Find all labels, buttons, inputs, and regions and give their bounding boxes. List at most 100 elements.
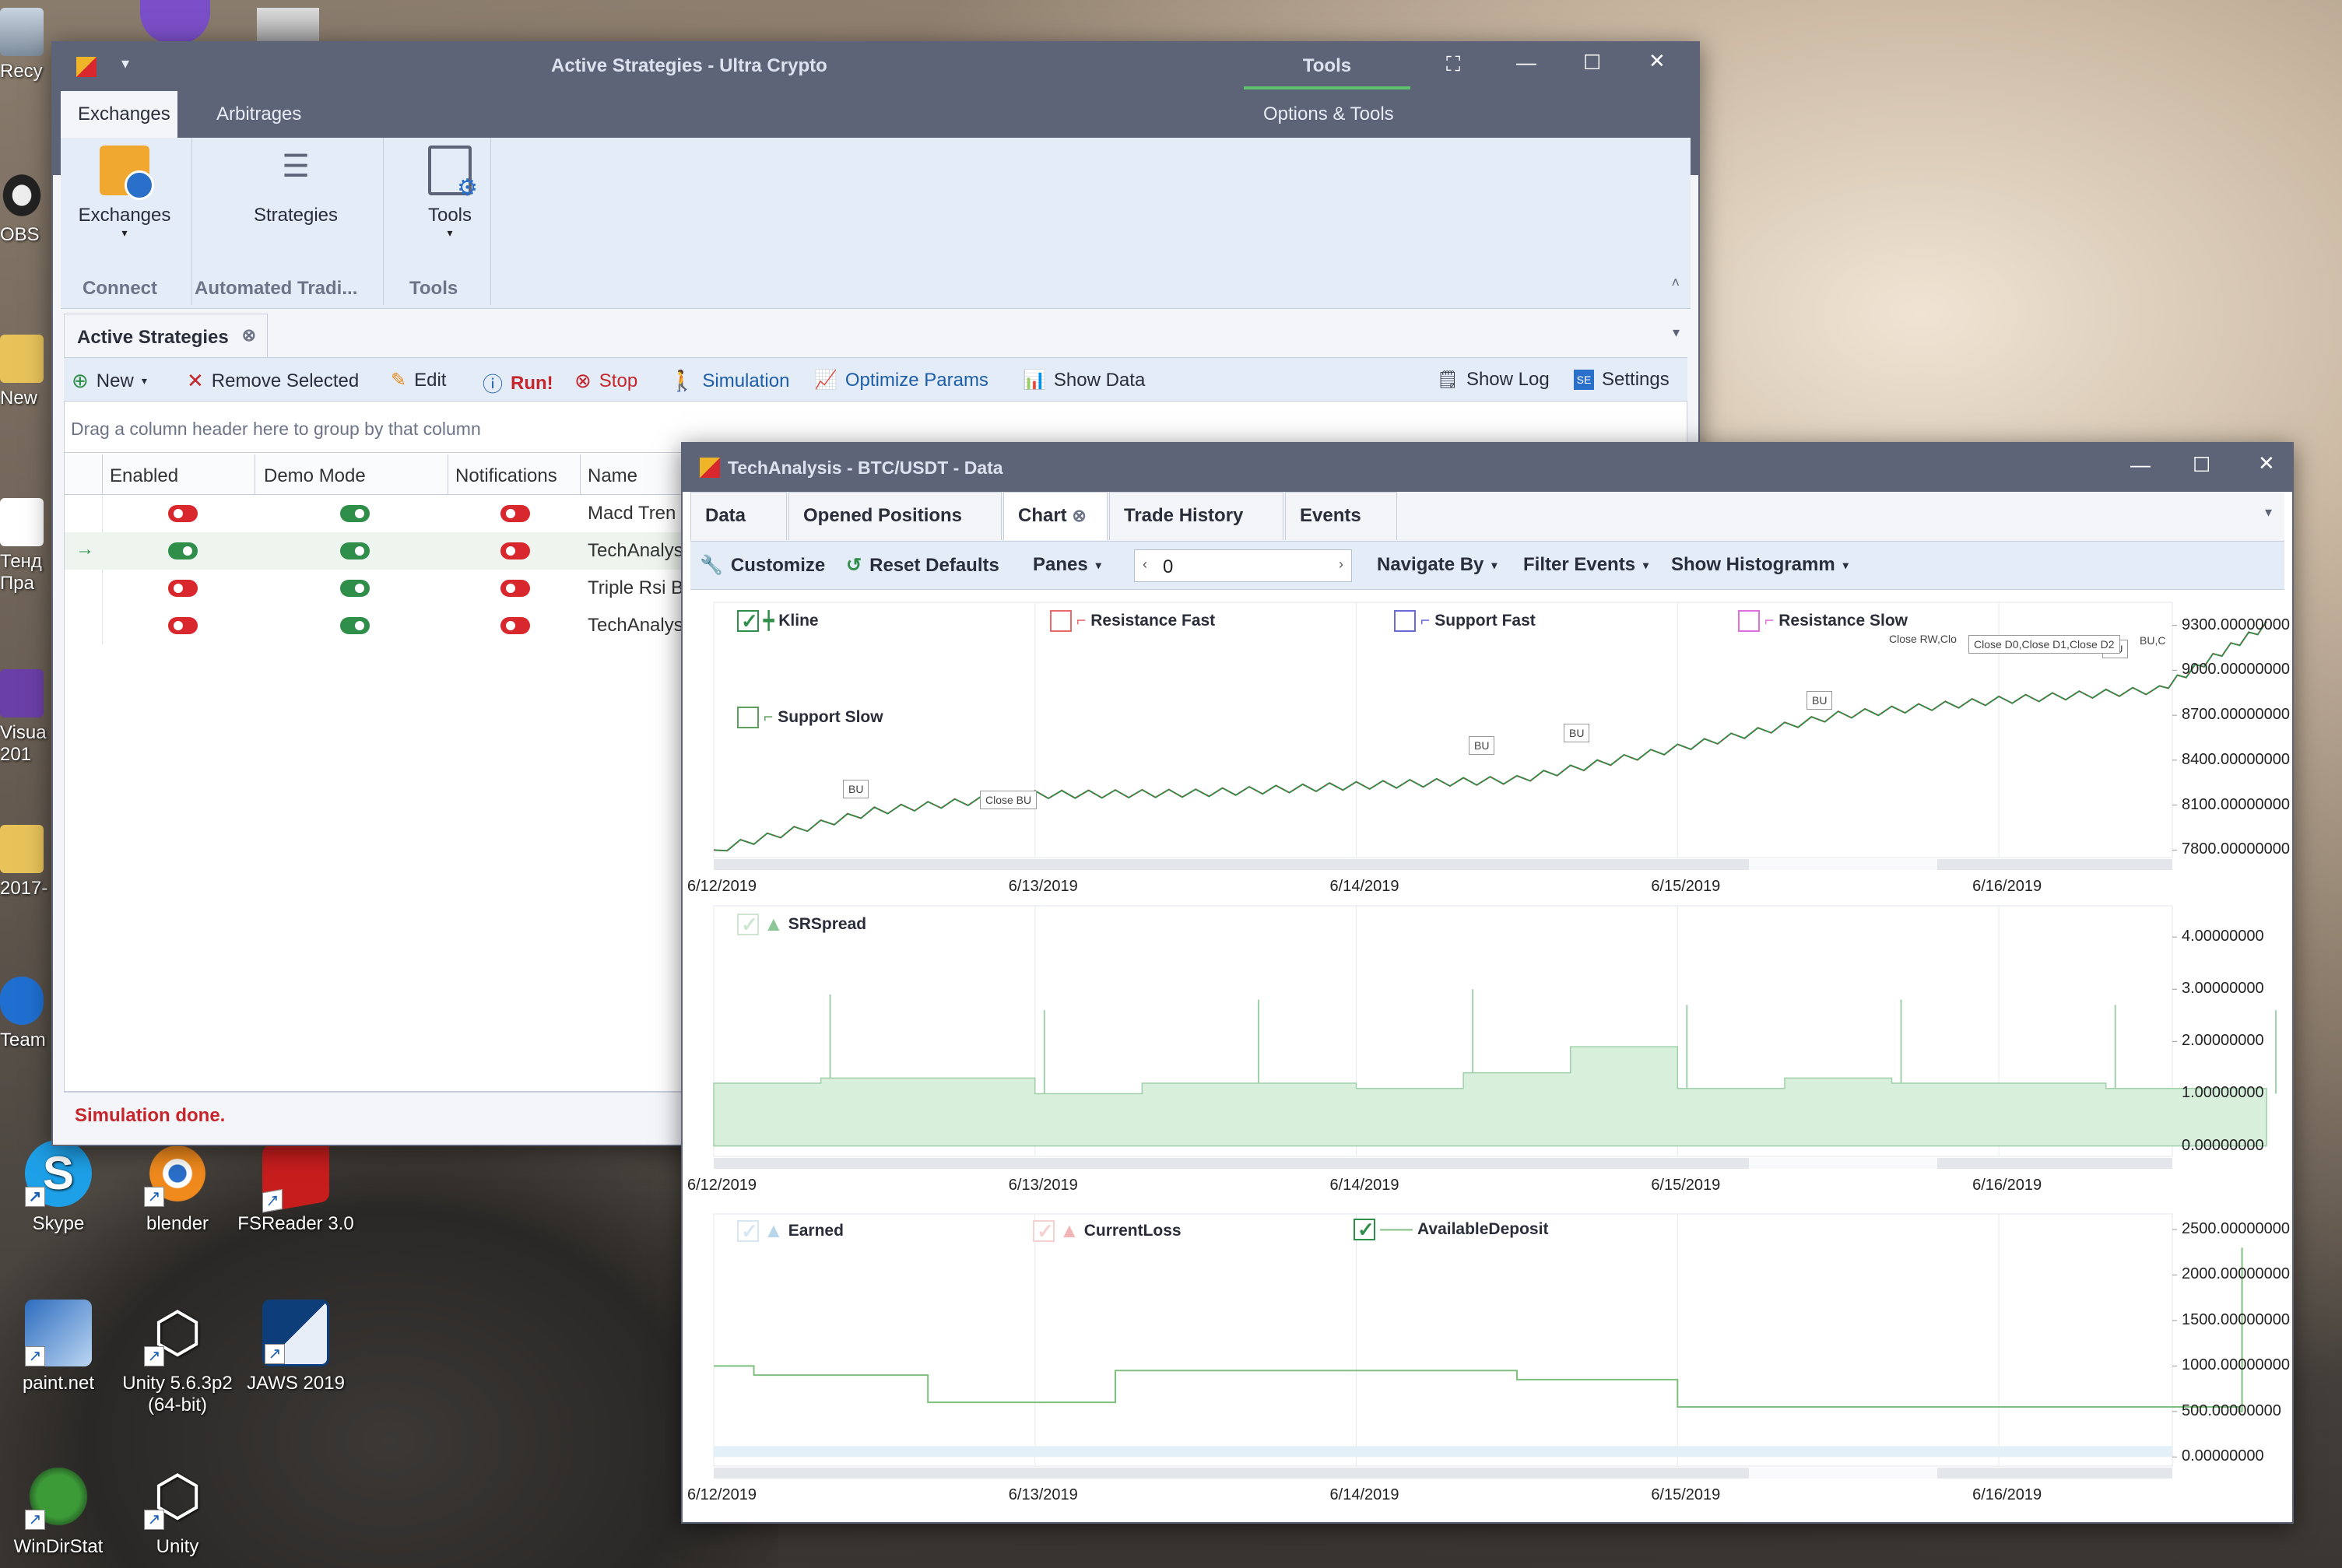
remove-selected-button[interactable]: ✕ Remove Selected [187, 369, 359, 393]
event-marker[interactable]: Close D0,Close D1,Close D2 [1968, 635, 2120, 654]
notifications-toggle[interactable] [500, 617, 530, 634]
navigate-by-dropdown[interactable]: Navigate By ▾ [1377, 554, 1497, 576]
event-marker[interactable]: BU,C [2135, 632, 2170, 649]
enabled-toggle[interactable] [168, 617, 198, 634]
notifications-toggle[interactable] [500, 542, 530, 559]
maximize-button[interactable]: ☐ [2193, 453, 2210, 477]
settings-button[interactable]: SE Settings [1574, 369, 1670, 391]
doc-tab-active-strategies[interactable]: Active Strategies ⊗ [64, 314, 268, 357]
close-button[interactable]: ✕ [1649, 49, 1666, 73]
legend-earned[interactable]: ▲Earned [737, 1219, 844, 1244]
tab-opened-positions[interactable]: Opened Positions [788, 492, 1002, 540]
column-name[interactable]: Name [588, 465, 637, 487]
tools-button[interactable]: ⚙ Tools ▾ [403, 146, 497, 240]
recycle-bin-shortcut[interactable]: Recy [0, 8, 54, 109]
ribbon-group-connect: Connect [83, 278, 157, 299]
optimize-params-button[interactable]: 📈 Optimize Params [814, 369, 988, 391]
ribbon-tab-exchanges[interactable]: Exchanges [61, 91, 177, 138]
legend-support-fast[interactable]: ⌐ Support Fast [1394, 610, 1536, 632]
demo-toggle[interactable] [340, 617, 370, 634]
app-icon[interactable] [76, 57, 97, 77]
event-marker[interactable]: Close BU [980, 791, 1038, 809]
minimize-button[interactable]: — [1516, 51, 1536, 75]
panes-dropdown[interactable]: Panes ▾ [1033, 554, 1101, 576]
desktop-icon-fsreader[interactable]: ↗ FSReader 3.0 [237, 1134, 354, 1235]
show-data-button[interactable]: 📊 Show Data [1023, 369, 1145, 391]
enabled-toggle[interactable] [168, 542, 198, 559]
new-folder-shortcut[interactable]: New [0, 335, 54, 436]
tab-chart[interactable]: Chart ⊗ [1003, 492, 1108, 540]
app-icon [700, 458, 720, 478]
desktop-icon-windirstat[interactable]: ↗ WinDirStat [0, 1463, 117, 1558]
run-button[interactable]: ⓘ Run! [483, 369, 553, 398]
demo-toggle[interactable] [340, 542, 370, 559]
desktop-icon-unity[interactable]: ⬡ ↗ Unity [119, 1463, 236, 1558]
chevron-left-icon[interactable]: ‹ [1143, 556, 1147, 573]
visual-studio-shortcut[interactable]: Visua 201 [0, 669, 54, 794]
chevron-right-icon[interactable]: › [1339, 556, 1343, 573]
event-marker[interactable]: BU [843, 780, 869, 798]
legend-currentloss[interactable]: ▲CurrentLoss [1033, 1219, 1182, 1244]
filter-events-dropdown[interactable]: Filter Events ▾ [1523, 554, 1649, 576]
fullscreen-icon[interactable]: ⛶ [1446, 52, 1460, 77]
column-notifications[interactable]: Notifications [455, 465, 557, 487]
desktop-icon-skype[interactable]: S ↗ Skype [0, 1140, 117, 1235]
tab-list-dropdown-icon[interactable]: ▾ [1673, 324, 1680, 341]
event-marker[interactable]: BU [1564, 724, 1590, 742]
tab-trade-history[interactable]: Trade History [1109, 492, 1283, 540]
teamviewer-shortcut[interactable]: Team [0, 977, 54, 1078]
tender-doc-shortcut[interactable]: Тенд Пра [0, 498, 54, 623]
folder-2017-shortcut[interactable]: 2017- [0, 825, 54, 926]
tab-list-dropdown-icon[interactable]: ▾ [2265, 504, 2272, 521]
ribbon-tab-arbitrages[interactable]: Arbitrages [216, 103, 301, 125]
legend-srspread[interactable]: ▲SRSpread [737, 912, 866, 937]
minimize-button[interactable]: — [2130, 453, 2151, 477]
ribbon-tab-options-tools[interactable]: Options & Tools [1263, 103, 1394, 125]
desktop-icon-unity563[interactable]: ⬡ ↗ Unity 5.6.3p2 (64-bit) [119, 1300, 236, 1416]
enabled-toggle[interactable] [168, 505, 198, 522]
simulation-button[interactable]: 🚶 Simulation [669, 369, 789, 393]
desktop-icon-jaws[interactable]: ↗ JAWS 2019 [237, 1300, 354, 1394]
demo-toggle[interactable] [340, 505, 370, 522]
legend-support-slow[interactable]: ⌐ Support Slow [737, 707, 883, 728]
new-button[interactable]: ⊕ New ▾ [72, 369, 147, 393]
strategies-button[interactable]: ☰ Strategies [226, 146, 366, 226]
legend-kline[interactable]: ┿Kline [737, 609, 819, 633]
context-tab-tools[interactable]: Tools [1244, 43, 1410, 89]
event-marker[interactable]: Close RW,Clo [1884, 630, 1961, 647]
customize-button[interactable]: 🔧 Customize [700, 554, 825, 577]
windirstat-icon: ↗ [25, 1463, 92, 1530]
show-histogramm-dropdown[interactable]: Show Histogramm ▾ [1671, 554, 1849, 576]
close-tab-icon[interactable]: ⊗ [242, 325, 256, 346]
demo-toggle[interactable] [340, 580, 370, 597]
close-tab-icon[interactable]: ⊗ [1072, 506, 1086, 525]
obs-shortcut[interactable]: OBS [0, 171, 54, 272]
desktop-icon-blender[interactable]: ↗ blender [119, 1140, 236, 1235]
tab-events[interactable]: Events [1285, 492, 1397, 540]
enabled-toggle[interactable] [168, 580, 198, 597]
notifications-toggle[interactable] [500, 505, 530, 522]
stop-button[interactable]: ⊗ Stop [574, 369, 637, 393]
tab-data[interactable]: Data [690, 492, 787, 540]
edit-button[interactable]: ✎ Edit [391, 369, 446, 391]
legend-availabledeposit[interactable]: ——AvailableDeposit [1354, 1218, 1548, 1242]
column-enabled[interactable]: Enabled [110, 465, 178, 487]
reset-defaults-button[interactable]: ↺ Reset Defaults [846, 554, 999, 577]
strategies-toolbar: ⊕ New ▾ ✕ Remove Selected ✎ Edit ⓘ Run! ⊗ Stop… [64, 357, 1687, 401]
column-demo-mode[interactable]: Demo Mode [264, 465, 366, 487]
maximize-button[interactable]: ☐ [1583, 51, 1601, 75]
event-marker[interactable]: BU [1469, 736, 1495, 755]
desktop-icon-paintnet[interactable]: ↗ paint.net [0, 1300, 117, 1394]
quick-access-dropdown-icon[interactable]: ▾ [121, 54, 129, 73]
drive-icon[interactable] [257, 8, 319, 45]
legend-resistance-slow[interactable]: ⌐ Resistance Slow [1738, 610, 1908, 632]
collapse-ribbon-icon[interactable]: ˄ [1671, 275, 1680, 291]
notifications-toggle[interactable] [500, 580, 530, 597]
charts-svg[interactable] [690, 591, 2284, 1516]
navigate-spinner[interactable]: ‹ 0 › [1134, 549, 1352, 582]
show-log-button[interactable]: 🗒 Show Log [1437, 369, 1550, 391]
event-marker[interactable]: BU [1807, 691, 1833, 710]
legend-resistance-fast[interactable]: ⌐ Resistance Fast [1050, 610, 1215, 632]
exchanges-button[interactable]: Exchanges ▾ [70, 146, 179, 240]
close-button[interactable]: ✕ [2258, 451, 2275, 475]
